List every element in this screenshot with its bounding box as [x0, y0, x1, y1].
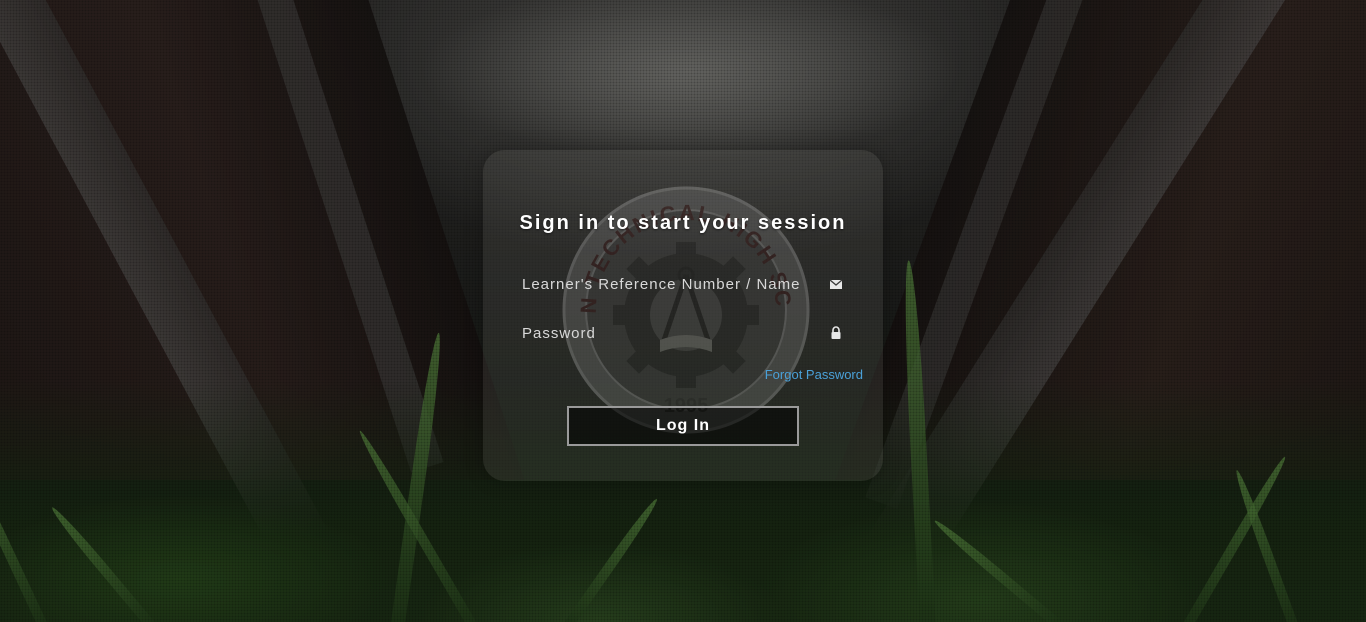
envelope-icon — [829, 279, 843, 289]
login-button[interactable]: Log In — [567, 406, 799, 446]
login-title: Sign in to start your session — [519, 212, 847, 234]
forgot-password-link[interactable]: Forgot Password — [765, 367, 863, 382]
password-input[interactable] — [512, 316, 812, 350]
lock-icon — [831, 326, 841, 339]
username-input[interactable] — [512, 267, 812, 301]
login-panel: BAYAN TECHNICAL HIGH SCHOOL 1995 Sign in… — [483, 150, 883, 481]
password-field-group — [512, 316, 864, 350]
username-field-group — [512, 267, 864, 301]
